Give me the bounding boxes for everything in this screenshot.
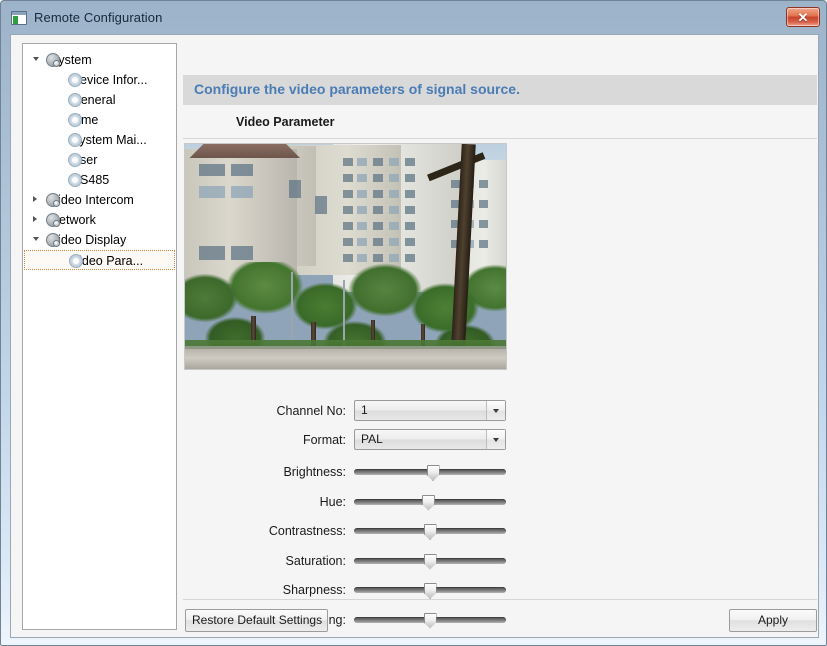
sidebar-item-user[interactable]: User [24,150,175,170]
settings-dot-icon [68,153,82,167]
sidebar-item-system-mai[interactable]: System Mai... [24,130,175,150]
chevron-down-icon[interactable] [33,237,39,241]
restore-default-settings-button[interactable]: Restore Default Settings [185,609,328,632]
sidebar-item-video-display[interactable]: Video Display [24,230,175,250]
format-select-row: Format: PAL [183,429,683,451]
format-select-value: PAL [361,432,383,446]
hue-slider[interactable] [354,491,506,513]
sidebar-item-label: Device Infor... [71,73,148,87]
format-select[interactable]: PAL [354,429,506,450]
hue-slider-row: Hue: [183,491,683,513]
section-divider [183,138,817,139]
live-video-preview[interactable] [184,143,507,370]
contrastness-slider[interactable] [354,520,506,542]
sidebar-item-time[interactable]: Time [24,110,175,130]
contrastness-slider-label: Contrastness: [268,524,346,538]
footer-divider [183,599,817,600]
remote-configuration-window: Remote Configuration ✕ System Device Info… [0,0,827,646]
globe-node-icon [46,53,60,67]
channel-no-select-label: Channel No: [276,404,347,418]
saturation-slider-thumb[interactable] [423,553,437,570]
saturation-slider-row: Saturation: [183,550,683,572]
window-title: Remote Configuration [34,10,163,25]
sidebar-item-video-intercom[interactable]: Video Intercom [24,190,175,210]
hue-slider-thumb[interactable] [421,494,435,511]
chevron-down-icon[interactable] [486,401,505,420]
settings-dot-icon [68,93,82,107]
section-title: Video Parameter [236,115,335,129]
settings-dot-icon [68,133,82,147]
sharpness-slider-thumb[interactable] [423,583,437,599]
banner-title: Configure the video parameters of signal… [194,81,520,97]
configuration-tree[interactable]: System Device Infor... General Time System M… [22,43,177,630]
brightness-slider[interactable] [354,461,506,483]
contrastness-slider-thumb[interactable] [423,524,437,540]
globe-node-icon [46,233,60,247]
format-select-label: Format: [302,433,346,447]
sharpness-slider[interactable] [354,579,506,601]
hue-slider-label: Hue: [319,494,346,509]
settings-dot-icon [68,113,82,127]
chevron-right-icon[interactable] [33,196,37,202]
globe-node-icon [46,213,60,227]
channel-no-select-value: 1 [361,403,368,417]
contrastness-slider-row: Contrastness: [183,520,683,542]
sharpness-slider-label: Sharpness: [282,583,346,597]
sidebar-item-device-infor[interactable]: Device Infor... [24,70,175,90]
settings-dot-icon [69,254,83,268]
channel-no-select-row: Channel No: 1 [183,400,683,422]
globe-node-icon [46,193,60,207]
brightness-slider-thumb[interactable] [426,465,440,481]
close-icon: ✕ [797,10,809,25]
sharpness-slider-row: Sharpness: [183,579,683,601]
client-area: System Device Infor... General Time System M… [10,34,819,638]
denoising-slider[interactable] [354,609,506,631]
video-parameter-panel: Configure the video parameters of signal… [183,43,817,632]
window-monitor-icon [11,11,27,25]
sidebar-item-label: Video Intercom [50,193,134,207]
denoising-slider-thumb[interactable] [423,612,437,629]
saturation-slider-label: Saturation: [285,553,346,568]
sidebar-item-label: System Mai... [71,133,147,147]
apply-button[interactable]: Apply [729,609,817,632]
settings-dot-icon [68,73,82,87]
chevron-right-icon[interactable] [33,216,37,222]
panel-banner: Configure the video parameters of signal… [183,75,817,105]
preview-roof [189,144,300,158]
title-bar[interactable]: Remote Configuration ✕ [1,1,826,37]
sidebar-item-rs485[interactable]: RS485 [24,170,175,190]
sidebar-item-general[interactable]: General [24,90,175,110]
sidebar-item-label: Video Display [50,233,127,247]
sidebar-item-system[interactable]: System [24,50,175,70]
chevron-down-icon[interactable] [486,430,505,449]
channel-no-select[interactable]: 1 [354,400,506,421]
chevron-down-icon[interactable] [33,57,39,61]
settings-dot-icon [68,173,82,187]
brightness-slider-label: Brightness: [283,465,346,479]
sidebar-item-video-para[interactable]: Video Para... [24,250,175,270]
sidebar-item-network[interactable]: Network [24,210,175,230]
saturation-slider[interactable] [354,550,506,572]
brightness-slider-row: Brightness: [183,461,683,483]
close-button[interactable]: ✕ [786,7,820,27]
preview-road [185,349,506,369]
